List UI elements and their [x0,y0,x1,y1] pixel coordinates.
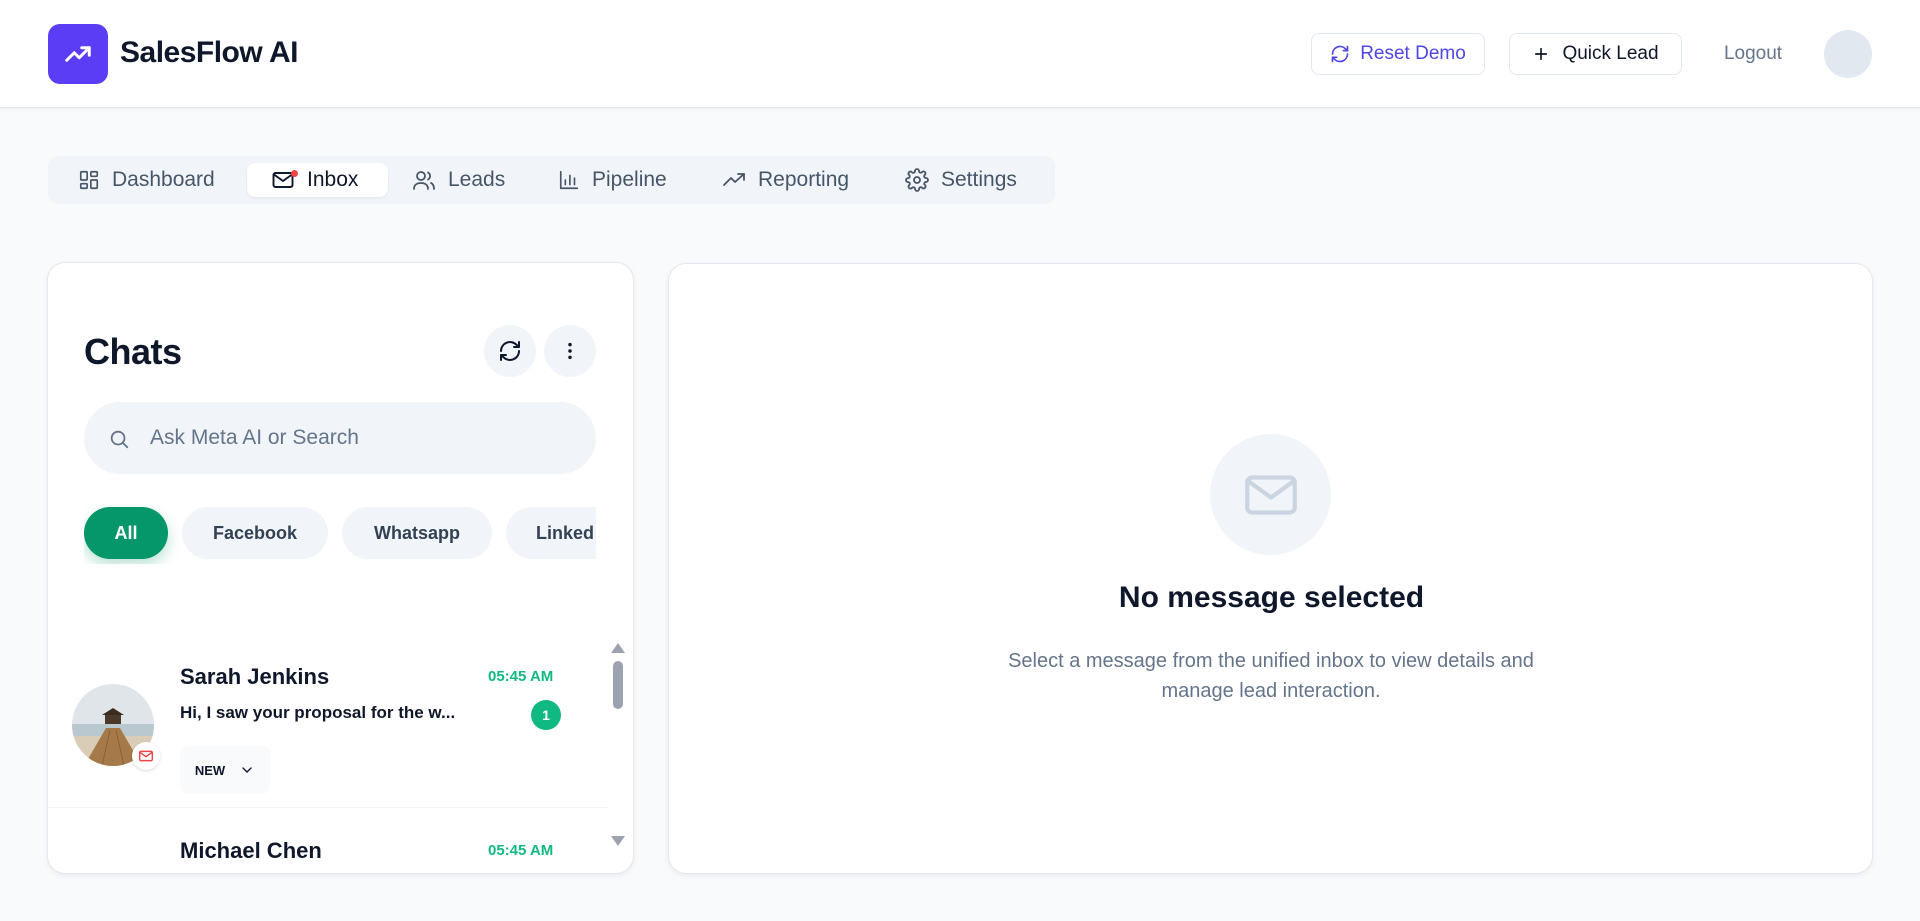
tab-dashboard[interactable]: Dashboard [78,163,248,197]
message-time: 05:45 AM [488,668,554,685]
channel-filters: All Facebook Whatsapp Linked [84,504,596,564]
refresh-chats-button[interactable] [484,325,536,377]
search-box [84,402,596,474]
more-options-button[interactable] [544,325,596,377]
scroll-up-arrow[interactable] [610,641,626,655]
plus-icon [1535,47,1548,61]
lead-status-value: NEW [194,762,226,778]
tab-reporting[interactable]: Reporting [722,163,872,197]
scroll-down-arrow[interactable] [610,834,626,848]
app-header: SalesFlow AI Reset Demo Quick Lead Logou… [0,0,1920,108]
chat-list-item[interactable]: Sarah Jenkins 05:45 AM Hi, I saw your pr… [48,638,608,808]
logo[interactable] [48,24,108,84]
logout-button[interactable]: Logout [1710,33,1796,75]
message-detail-panel: No message selected Select a message fro… [668,263,1873,874]
refresh-icon [500,341,520,361]
filter-linkedin[interactable]: Linked [506,507,596,559]
channel-badge [132,742,160,770]
empty-state-title: No message selected [1118,581,1425,614]
tab-reporting-label: Reporting [758,168,850,191]
reset-demo-label: Reset Demo [1360,43,1466,64]
brand-name: SalesFlow AI [120,36,298,69]
main-nav: Dashboard Inbox Leads Pipeline Reporting… [48,156,1055,204]
mail-icon [1244,474,1297,515]
chats-title: Chats [84,331,182,372]
quick-lead-button[interactable]: Quick Lead [1509,33,1682,75]
filter-all[interactable]: All [84,507,168,559]
chat-list-scrollbar[interactable] [610,641,626,851]
users-icon [413,171,435,190]
bar-chart-icon [559,170,579,190]
refresh-icon [1331,45,1349,63]
notification-dot [291,170,298,177]
user-avatar[interactable] [1824,30,1872,78]
tab-inbox-label: Inbox [307,168,359,191]
filter-whatsapp[interactable]: Whatsapp [342,507,492,559]
gear-icon [905,168,929,192]
chevron-down-icon [242,767,252,773]
scrollbar-thumb[interactable] [613,661,623,709]
reset-demo-button[interactable]: Reset Demo [1311,33,1485,75]
chat-list: Sarah Jenkins 05:45 AM Hi, I saw your pr… [48,638,608,858]
filter-facebook[interactable]: Facebook [182,507,328,559]
chat-list-item[interactable]: Michael Chen 05:45 AM [48,826,608,858]
mail-icon [138,750,154,762]
empty-state-description: Select a message from the unified inbox … [1008,650,1534,702]
dashboard-icon [79,170,99,190]
quick-lead-label: Quick Lead [1562,43,1659,64]
more-vertical-icon [568,342,572,360]
tab-inbox[interactable]: Inbox [247,163,388,197]
contact-name: Michael Chen [180,838,322,858]
chats-panel: Chats All Facebook Whatsapp Linked [47,262,634,874]
tab-settings-label: Settings [941,168,1017,191]
message-preview: Hi, I saw your proposal for the w... [180,703,456,722]
tab-leads[interactable]: Leads [412,163,522,197]
search-input[interactable] [114,402,584,474]
tab-settings[interactable]: Settings [905,163,1035,197]
trending-up-icon [65,46,91,62]
contact-name: Sarah Jenkins [180,664,330,689]
empty-state-icon [1210,434,1331,555]
tab-pipeline[interactable]: Pipeline [558,163,688,197]
lead-status-dropdown[interactable]: NEW [180,746,270,794]
message-time: 05:45 AM [488,842,554,858]
unread-count-badge: 1 [531,700,561,730]
tab-leads-label: Leads [448,168,506,191]
tab-pipeline-label: Pipeline [592,168,667,191]
tab-dashboard-label: Dashboard [112,168,215,191]
trending-up-icon [723,173,745,186]
